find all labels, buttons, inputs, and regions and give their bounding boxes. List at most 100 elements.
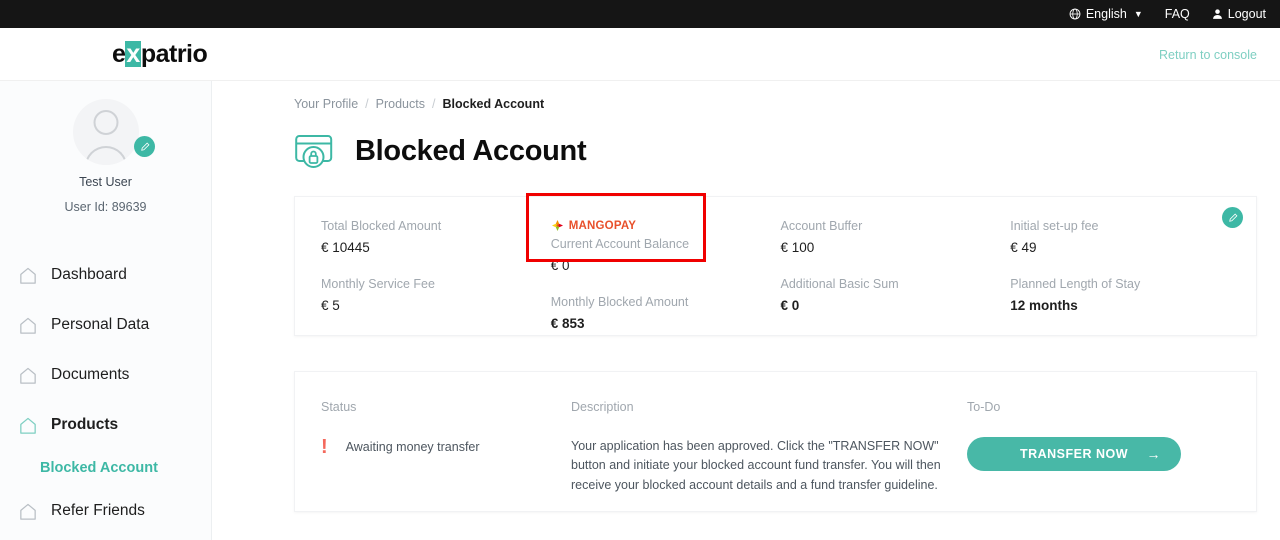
top-utility-bar: English ▼ FAQ Logout <box>0 0 1280 28</box>
status-card: Status ! Awaiting money transfer Descrip… <box>294 371 1257 512</box>
stat-column-2: MANGOPAY Current Account Balance € 0 Mon… <box>551 219 773 335</box>
sidebar-nav: Dashboard Personal Data Documents Produc… <box>0 250 211 536</box>
avatar-section <box>0 99 211 165</box>
stat-planned-length-of-stay: Planned Length of Stay 12 months <box>1010 277 1232 313</box>
stat-value: € 853 <box>550 316 585 331</box>
logo-x-badge: x <box>125 39 141 68</box>
stat-value: € 0 <box>780 298 800 313</box>
avatar-body <box>84 146 127 165</box>
stat-label: Additional Basic Sum <box>780 277 899 291</box>
house-icon <box>20 317 36 334</box>
description-text: Your application has been approved. Clic… <box>571 439 941 492</box>
site-header: e x patrio Return to console <box>0 28 1280 81</box>
mangopay-label: MANGOPAY <box>568 219 637 232</box>
blocked-card-icon <box>295 135 333 168</box>
house-icon <box>20 367 36 384</box>
stat-column-4: Initial set-up fee € 49 Planned Length o… <box>1010 219 1232 335</box>
stat-label: Monthly Blocked Amount <box>550 295 689 309</box>
stat-initial-setup-fee: Initial set-up fee € 49 <box>1010 219 1232 255</box>
description-heading: Description <box>571 400 634 414</box>
todo-column: To-Do TRANSFER NOW → <box>966 400 1256 511</box>
status-column: Status ! Awaiting money transfer <box>321 400 571 511</box>
faq-link[interactable]: FAQ <box>1165 7 1190 21</box>
logo-text-pre: e <box>112 39 126 68</box>
sidebar-item-label: Dashboard <box>51 266 127 283</box>
stat-account-buffer: Account Buffer € 100 <box>781 219 1003 255</box>
card-edit-badge[interactable] <box>1222 207 1243 228</box>
sidebar-item-dashboard[interactable]: Dashboard <box>0 250 211 300</box>
sidebar-item-label: Personal Data <box>51 316 150 333</box>
logout-label: Logout <box>1227 7 1266 21</box>
todo-heading: To-Do <box>967 400 1001 414</box>
sidebar-item-documents[interactable]: Documents <box>0 350 211 400</box>
language-label: English <box>1085 7 1127 21</box>
sidebar-item-refer-friends[interactable]: Refer Friends <box>0 486 211 536</box>
sidebar-item-label: Documents <box>51 366 130 383</box>
user-icon <box>1212 9 1222 19</box>
stat-label: Account Buffer <box>780 219 863 233</box>
stat-label: Total Blocked Amount <box>321 219 442 233</box>
sidebar-subitem-blocked-account[interactable]: Blocked Account <box>0 450 211 486</box>
stat-current-account-balance: MANGOPAY Current Account Balance € 0 <box>550 219 773 274</box>
pencil-icon <box>140 142 149 151</box>
status-heading: Status <box>321 400 357 414</box>
transfer-now-button[interactable]: TRANSFER NOW → <box>967 437 1181 471</box>
stat-column-1: Total Blocked Amount € 10445 Monthly Ser… <box>321 219 543 335</box>
page-title-row: Blocked Account <box>294 133 1257 170</box>
sidebar-item-personal-data[interactable]: Personal Data <box>0 300 211 350</box>
logo-text-post: patrio <box>140 39 208 68</box>
stat-label: Current Account Balance <box>550 237 690 251</box>
stat-value: € 100 <box>780 240 815 255</box>
stat-column-3: Account Buffer € 100 Additional Basic Su… <box>781 219 1003 335</box>
mangopay-diamond-icon <box>551 219 563 232</box>
page-title: Blocked Account <box>355 135 587 167</box>
sidebar-item-label: Products <box>51 416 119 433</box>
avatar-head <box>93 110 118 135</box>
avatar-edit-badge[interactable] <box>134 136 155 157</box>
arrow-right-icon: → <box>1146 446 1161 462</box>
stat-value: € 5 <box>321 298 340 313</box>
breadcrumb-current: Blocked Account <box>442 97 545 111</box>
mangopay-brand: MANGOPAY <box>551 219 773 232</box>
alert-exclamation-icon: ! <box>321 436 328 458</box>
expatrio-logo[interactable]: e x patrio <box>112 39 208 69</box>
stat-label: Monthly Service Fee <box>321 277 435 291</box>
breadcrumb: Your Profile / Products / Blocked Accoun… <box>294 97 1257 111</box>
stat-value: € 49 <box>1010 240 1037 255</box>
transfer-now-label: TRANSFER NOW <box>1019 447 1129 461</box>
avatar[interactable] <box>72 99 139 165</box>
pencil-icon <box>1228 213 1237 222</box>
status-value-row: ! Awaiting money transfer <box>321 437 571 457</box>
return-to-console-link[interactable]: Return to console <box>1159 48 1257 62</box>
house-icon <box>20 503 36 520</box>
chevron-down-icon: ▼ <box>1133 9 1143 19</box>
status-text: Awaiting money transfer <box>345 440 480 454</box>
account-summary-card: Total Blocked Amount € 10445 Monthly Ser… <box>294 193 1257 336</box>
stat-monthly-service-fee: Monthly Service Fee € 5 <box>321 277 543 313</box>
user-id: User Id: 89639 <box>64 200 147 214</box>
breadcrumb-products[interactable]: Products <box>376 97 425 111</box>
breadcrumb-separator: / <box>365 97 369 111</box>
language-selector[interactable]: English ▼ <box>1069 7 1143 21</box>
user-name: Test User <box>79 175 132 189</box>
logout-button[interactable]: Logout <box>1212 7 1266 21</box>
stat-additional-basic-sum: Additional Basic Sum € 0 <box>781 277 1003 313</box>
globe-icon <box>1069 8 1081 20</box>
sidebar: Test User User Id: 89639 Dashboard Perso… <box>0 81 212 540</box>
description-column: Description Your application has been ap… <box>571 400 966 511</box>
stat-value: € 0 <box>550 258 570 273</box>
breadcrumb-your-profile[interactable]: Your Profile <box>294 97 358 111</box>
breadcrumb-separator: / <box>432 97 436 111</box>
main-content: Your Profile / Products / Blocked Accoun… <box>212 81 1280 540</box>
sidebar-item-label: Refer Friends <box>51 502 145 519</box>
stat-total-blocked-amount: Total Blocked Amount € 10445 <box>321 219 543 255</box>
stat-value: 12 months <box>1010 298 1078 313</box>
stat-monthly-blocked-amount: Monthly Blocked Amount € 853 <box>551 295 773 331</box>
stat-label: Planned Length of Stay <box>1010 277 1141 291</box>
sidebar-item-products[interactable]: Products <box>0 400 211 450</box>
house-icon <box>20 417 36 434</box>
stat-label: Initial set-up fee <box>1010 219 1099 233</box>
app-root: English ▼ FAQ Logout e x patrio Return to … <box>0 0 1280 540</box>
house-icon <box>20 267 36 284</box>
stat-value: € 10445 <box>321 240 370 255</box>
